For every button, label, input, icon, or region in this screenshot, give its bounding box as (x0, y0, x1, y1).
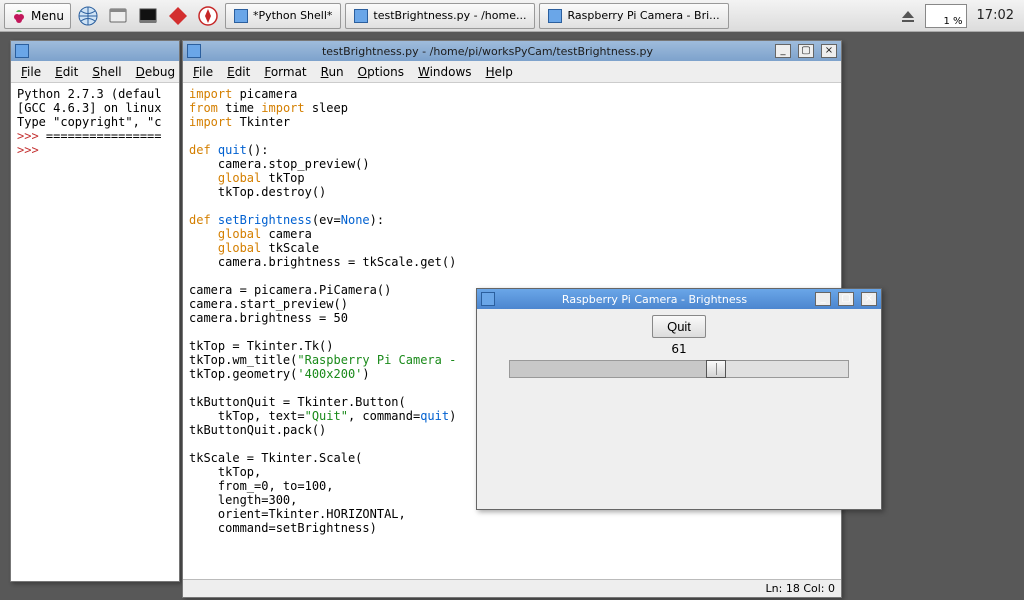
raspberry-icon (11, 8, 27, 24)
window-icon (187, 44, 201, 58)
window-icon (481, 292, 495, 306)
minimize-button[interactable]: _ (775, 44, 791, 58)
shell-menubar: File Edit Shell Debug (11, 61, 179, 83)
tk-body: Quit 61 (477, 309, 881, 509)
shell-text-area[interactable]: Python 2.7.3 (defaul[GCC 4.6.3] on linux… (11, 83, 179, 581)
scale-trough (510, 361, 716, 377)
taskbar-task-editor[interactable]: testBrightness.py - /home... (345, 3, 535, 29)
minimize-button[interactable]: _ (815, 292, 831, 306)
menu-edit[interactable]: Edit (49, 63, 84, 81)
editor-title: testBrightness.py - /home/pi/worksPyCam/… (207, 45, 768, 58)
tk-brightness-window: Raspberry Pi Camera - Brightness _ ▢ × Q… (476, 288, 882, 510)
menu-windows[interactable]: Windows (412, 63, 478, 81)
editor-statusbar: Ln: 18 Col: 0 (183, 579, 841, 597)
menu-debug[interactable]: Debug (130, 63, 181, 81)
tk-title: Raspberry Pi Camera - Brightness (501, 293, 808, 306)
cpu-value: 1 % (943, 16, 962, 27)
menu-help[interactable]: Help (480, 63, 519, 81)
cpu-meter[interactable]: 1 % (925, 4, 967, 28)
menu-shell[interactable]: Shell (86, 63, 127, 81)
terminal-icon[interactable] (135, 3, 161, 29)
taskbar-task-tk[interactable]: Raspberry Pi Camera - Bri... (539, 3, 728, 29)
editor-titlebar[interactable]: testBrightness.py - /home/pi/worksPyCam/… (183, 41, 841, 61)
task-label: testBrightness.py - /home... (373, 9, 526, 22)
close-button[interactable]: × (861, 292, 877, 306)
python-shell-window: File Edit Shell Debug Python 2.7.3 (defa… (10, 40, 180, 582)
menu-label: Menu (31, 9, 64, 23)
menu-button[interactable]: Menu (4, 3, 71, 29)
task-label: Raspberry Pi Camera - Bri... (567, 9, 719, 22)
quit-button[interactable]: Quit (652, 315, 706, 338)
tk-titlebar[interactable]: Raspberry Pi Camera - Brightness _ ▢ × (477, 289, 881, 309)
maximize-button[interactable]: ▢ (838, 292, 854, 306)
menu-file[interactable]: File (15, 63, 47, 81)
taskbar-task-python-shell[interactable]: *Python Shell* (225, 3, 341, 29)
menu-file[interactable]: File (187, 63, 219, 81)
file-manager-icon[interactable] (105, 3, 131, 29)
clock[interactable]: 17:02 (971, 8, 1020, 23)
window-icon (15, 44, 29, 58)
close-button[interactable]: × (821, 44, 837, 58)
menu-edit[interactable]: Edit (221, 63, 256, 81)
taskbar: Menu *Python Shell* testBrightness.py - … (0, 0, 1024, 32)
scale-thumb[interactable] (706, 360, 726, 378)
window-icon (354, 9, 368, 23)
brightness-scale[interactable] (509, 360, 849, 378)
maximize-button[interactable]: ▢ (798, 44, 814, 58)
wolfram-icon[interactable] (195, 3, 221, 29)
menu-format[interactable]: Format (258, 63, 312, 81)
menu-options[interactable]: Options (352, 63, 410, 81)
web-browser-icon[interactable] (75, 3, 101, 29)
mathematica-icon[interactable] (165, 3, 191, 29)
eject-icon[interactable] (895, 3, 921, 29)
shell-titlebar[interactable] (11, 41, 179, 61)
editor-menubar: File Edit Format Run Options Windows Hel… (183, 61, 841, 83)
task-label: *Python Shell* (253, 9, 332, 22)
menu-run[interactable]: Run (315, 63, 350, 81)
cursor-position: Ln: 18 Col: 0 (766, 582, 835, 595)
window-icon (548, 9, 562, 23)
scale-value: 61 (671, 342, 686, 356)
window-icon (234, 9, 248, 23)
